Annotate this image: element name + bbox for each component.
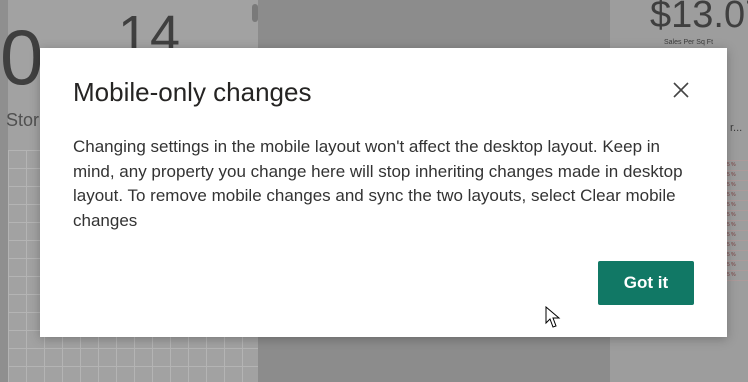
matrix-cell: 5 % (727, 182, 736, 188)
matrix-cell: 5 % (727, 162, 736, 168)
matrix-cell: 5 % (727, 272, 736, 278)
matrix-cell: 5 % (727, 212, 736, 218)
kpi-label-price: Sales Per Sq Ft (664, 39, 714, 46)
kpi-value-left: 0 (0, 13, 44, 101)
dialog-title: Mobile-only changes (73, 77, 312, 107)
kpi-value-price: $13.07 (650, 0, 748, 36)
mouse-pointer-icon (545, 305, 561, 330)
matrix-cell: 5 % (727, 222, 736, 228)
matrix-cell: 5 % (727, 192, 736, 198)
matrix-cell: 5 % (727, 202, 736, 208)
kpi-label-left: Stor (6, 110, 40, 130)
dialog-message: Changing settings in the mobile layout w… (73, 137, 683, 230)
mobile-only-changes-dialog: Mobile-only changes Changing settings in… (40, 48, 727, 337)
matrix-cell: 5 % (727, 242, 736, 248)
matrix-title: r... (730, 122, 743, 134)
close-glyph (673, 82, 689, 98)
close-icon[interactable] (669, 78, 693, 102)
matrix-cell: 5 % (727, 262, 736, 268)
matrix-cell: 5 % (727, 252, 736, 258)
matrix-cell: 5 % (727, 172, 736, 178)
matrix-cell: 5 % (727, 232, 736, 238)
got-it-button[interactable]: Got it (598, 261, 694, 305)
